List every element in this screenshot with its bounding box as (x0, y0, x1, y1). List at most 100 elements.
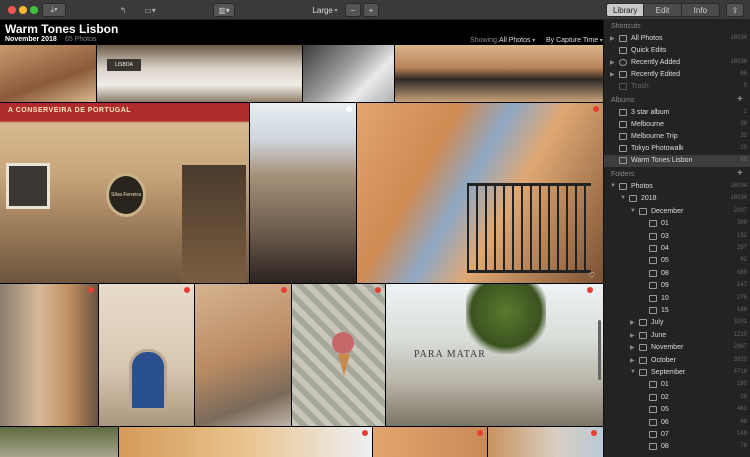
minus-icon: − (350, 5, 356, 15)
photo-thumbnail[interactable]: ♡ (357, 103, 603, 283)
photo-thumbnail[interactable] (0, 284, 98, 426)
zoom-size-dropdown[interactable]: Large ▾ (310, 3, 340, 17)
sidebar-item-folder[interactable]: ▶ November 2867 (604, 342, 750, 354)
sidebar-item-folder[interactable]: ▼ 2018 18034 (604, 193, 750, 205)
folder-icon (619, 183, 627, 190)
sidebar-item-album[interactable]: Tokyo Photowalk 29 (604, 143, 750, 155)
sidebar-item-trash[interactable]: Trash 0 (604, 81, 750, 93)
sidebar-item-folder[interactable]: 10 276 (604, 293, 750, 305)
download-icon: ⤓▾ (50, 5, 58, 14)
sidebar-item-album[interactable]: Melbourne 36 (604, 119, 750, 131)
photo-thumbnail[interactable] (395, 45, 603, 102)
sidebar-item-label: Photos (631, 183, 653, 190)
chevron-down-icon[interactable]: ▼ (610, 183, 616, 189)
tab-library[interactable]: Library (607, 4, 645, 16)
sidebar-item-recently-added[interactable]: ▶ Recently Added 18036 (604, 57, 750, 69)
photo-thumbnail[interactable] (119, 427, 372, 457)
sidebar-item-album[interactable]: 3 star album 1 (604, 107, 750, 119)
sidebar-item-folder[interactable]: 09 147 (604, 280, 750, 292)
sidebar-item-folder[interactable]: ▼ December 2097 (604, 206, 750, 218)
sidebar-item-folder[interactable]: ▶ June 1210 (604, 330, 750, 342)
sidebar-item-album-selected[interactable]: Warm Tones Lisbon 65 (604, 155, 750, 167)
sidebar-item-folder[interactable]: 08 78 (604, 441, 750, 453)
share-button[interactable]: ▭▾ (140, 3, 160, 17)
sidebar-item-folder[interactable]: ▶ October 3920 (604, 355, 750, 367)
sidebar-item-folder[interactable]: 01 180 (604, 379, 750, 391)
sidebar-item-count: 18036 (730, 59, 747, 65)
sidebar-item-folder[interactable]: 07 149 (604, 429, 750, 441)
close-window-button[interactable] (8, 6, 16, 14)
photo-thumbnail[interactable] (99, 284, 194, 426)
sidebar-item-folder[interactable]: 05 461 (604, 404, 750, 416)
photo-thumbnail[interactable] (373, 427, 487, 457)
photo-thumbnail[interactable]: A CONSERVEIRA DE PORTUGAL Silva Ferreira (0, 103, 249, 283)
grid-scrollbar[interactable] (598, 320, 601, 380)
sidebar-item-label: Trash (631, 83, 649, 90)
import-button[interactable]: ⤓▾ (42, 3, 66, 17)
photo-thumbnail[interactable]: PARA MATAR (386, 284, 603, 426)
sidebar-item-folder[interactable]: ▶ July 3201 (604, 317, 750, 329)
sidebar-item-count: 88 (740, 418, 747, 425)
sidebar-item-recently-edited[interactable]: ▶ Recently Edited 96 (604, 69, 750, 81)
sort-dropdown[interactable]: By Capture Time ▾ (546, 37, 603, 44)
sidebar-item-folder[interactable]: 05 92 (604, 255, 750, 267)
zoom-in-button[interactable]: + (363, 3, 379, 17)
photo-thumbnail[interactable] (488, 427, 603, 457)
sidebar-item-label: All Photos (631, 35, 663, 42)
rotate-button[interactable]: ↰ (116, 3, 130, 17)
toolbar: ⤓▾ ↰ ▭▾ ▥▾ Large ▾ − + Library Edit Info… (0, 0, 750, 20)
sidebar-item-count: 92 (740, 257, 747, 264)
sidebar-item-label: 06 (661, 418, 669, 426)
sidebar-item-folder[interactable]: 04 297 (604, 243, 750, 255)
add-album-button[interactable]: + (737, 94, 743, 105)
zoom-window-button[interactable] (30, 6, 38, 14)
sidebar-item-folder[interactable]: ▼ September 4718 (604, 367, 750, 379)
sidebar-item-count: 18034 (730, 35, 747, 41)
photo-thumbnail[interactable] (250, 103, 356, 283)
album-icon (619, 157, 627, 164)
tab-info[interactable]: Info (681, 4, 719, 16)
sidebar-item-all-photos[interactable]: ▶ All Photos 18034 (604, 33, 750, 45)
sidebar-item-count: 2097 (733, 207, 747, 214)
chevron-right-icon[interactable]: ▶ (630, 332, 635, 339)
sidebar-item-folder[interactable]: 08 689 (604, 268, 750, 280)
photo-thumbnail[interactable] (292, 284, 385, 426)
sidebar-item-folder[interactable]: 03 132 (604, 231, 750, 243)
photo-thumbnail[interactable] (303, 45, 394, 102)
share-icon: ▭▾ (144, 5, 156, 15)
sidebar-toggle-icon: ▥▾ (218, 5, 230, 15)
minimize-window-button[interactable] (19, 6, 27, 14)
photo-thumbnail[interactable] (0, 427, 118, 457)
chevron-down-icon[interactable]: ▼ (630, 369, 636, 375)
sidebar-item-label: 01 (661, 220, 669, 228)
tab-edit[interactable]: Edit (644, 4, 682, 16)
folder-icon (649, 431, 657, 438)
chevron-right-icon[interactable]: ▶ (630, 344, 635, 351)
showing-filter-dropdown[interactable]: All Photos ▾ (499, 37, 535, 44)
photo-thumbnail[interactable] (0, 45, 96, 102)
chevron-right-icon[interactable]: ▶ (630, 357, 635, 364)
photo-thumbnail[interactable]: LISBOA (97, 45, 302, 102)
chevron-down-icon[interactable]: ▼ (620, 195, 626, 201)
sidebar-item-count: 3201 (733, 319, 747, 326)
chevron-right-icon[interactable]: ▶ (630, 319, 635, 326)
sidebar-item-folder[interactable]: 06 88 (604, 417, 750, 429)
sidebar-item-folder[interactable]: 01 369 (604, 218, 750, 230)
zoom-out-button[interactable]: − (345, 3, 361, 17)
sidebar-item-label: 10 (661, 294, 669, 302)
heart-icon: ♡ (588, 271, 596, 280)
album-icon (619, 109, 627, 116)
add-folder-button[interactable]: + (737, 168, 743, 179)
view-mode-button[interactable]: ▥▾ (213, 3, 235, 17)
photo-thumbnail[interactable] (195, 284, 291, 426)
sidebar-item-quick-edits[interactable]: Quick Edits (604, 45, 750, 57)
add-circle-icon (619, 59, 627, 66)
sidebar-item-album[interactable]: Melbourne Trip 32 (604, 131, 750, 143)
sidebar-item-folder[interactable]: ▼ Photos 18034 (604, 181, 750, 193)
chevron-down-icon[interactable]: ▼ (630, 208, 636, 214)
sidebar-item-folder[interactable]: 02 28 (604, 392, 750, 404)
flag-icon (362, 430, 368, 436)
sidebar-item-folder[interactable]: 15 186 (604, 305, 750, 317)
sidebar-item-label: 05 (661, 257, 669, 265)
export-button[interactable]: ⇪ (726, 3, 744, 17)
